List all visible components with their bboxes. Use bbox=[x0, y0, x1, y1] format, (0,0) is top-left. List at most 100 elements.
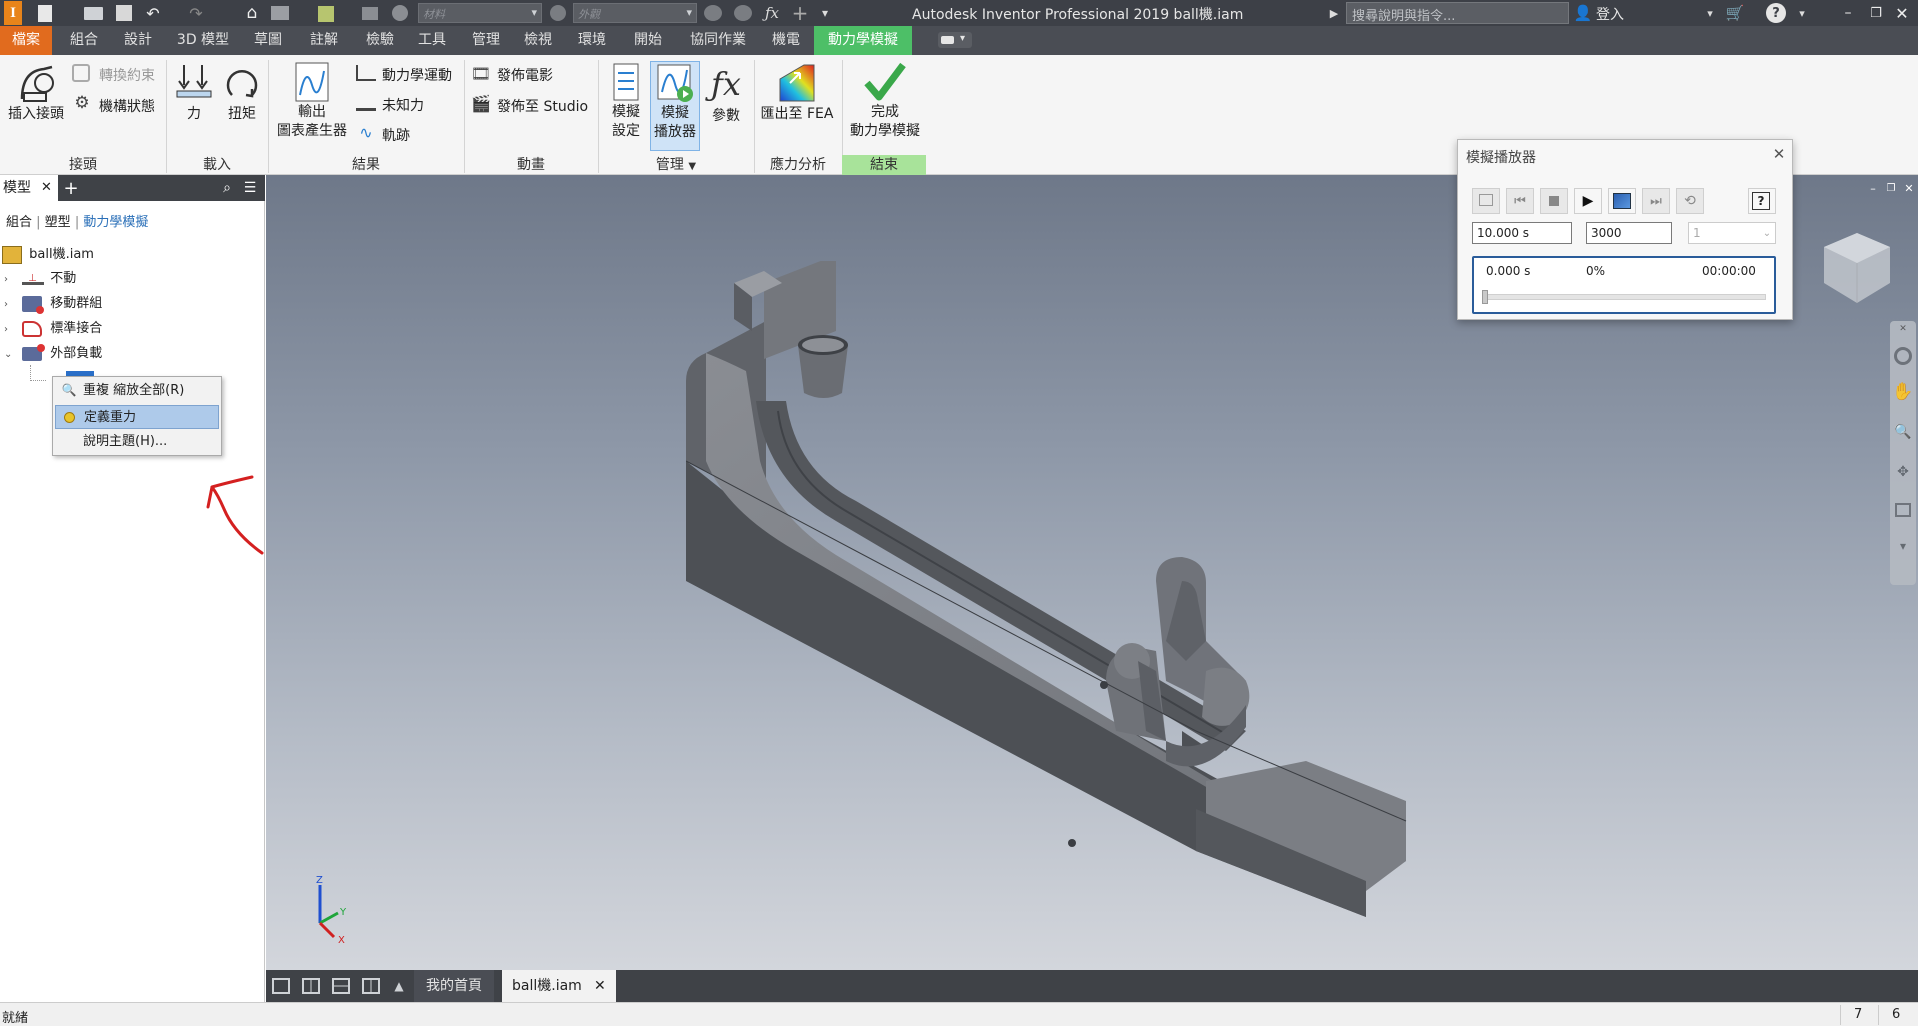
export-fea-button[interactable]: 匯出至 FEA bbox=[756, 61, 838, 135]
rewind-button[interactable]: ⏮ bbox=[1506, 188, 1534, 214]
progress-track[interactable] bbox=[1482, 294, 1766, 300]
close-tab-icon[interactable]: ✕ bbox=[41, 175, 52, 201]
viewport-close-icon[interactable]: ✕ bbox=[1902, 181, 1916, 195]
help-icon[interactable]: ? bbox=[1766, 3, 1786, 23]
open-icon[interactable] bbox=[84, 7, 103, 20]
browser-search-icon[interactable]: ⌕ bbox=[218, 178, 236, 198]
tree-node-grounded[interactable]: › ⊥ 不動 bbox=[4, 267, 76, 291]
expand-arrow-icon[interactable]: ▶ bbox=[1328, 4, 1340, 22]
progress-slider-thumb[interactable] bbox=[1482, 290, 1488, 304]
loop-button[interactable]: ⟲ bbox=[1676, 188, 1704, 214]
signin-dropdown-icon[interactable]: ▾ bbox=[1704, 4, 1716, 22]
trace-label[interactable]: 軌跡 bbox=[382, 125, 410, 145]
zoom-nav-icon[interactable]: 🔍 bbox=[1893, 421, 1913, 443]
customize-icon[interactable]: ▾ bbox=[818, 2, 832, 24]
filter-dynamic-simulation[interactable]: 動力學模擬 bbox=[83, 215, 148, 230]
simulation-player-button[interactable]: 模擬 播放器 bbox=[650, 61, 700, 151]
search-input[interactable]: 搜尋說明與指令... bbox=[1346, 2, 1569, 24]
tab-tools[interactable]: 工具 bbox=[408, 26, 456, 55]
screenshot-button[interactable] bbox=[1608, 188, 1636, 214]
convert-constraints-icon[interactable] bbox=[72, 64, 90, 82]
tab-electromechanical[interactable]: 機電 bbox=[762, 26, 810, 55]
orbit-icon[interactable]: ✥ bbox=[1893, 461, 1913, 483]
filter-modeling[interactable]: 塑型 bbox=[45, 215, 71, 230]
tab-sketch[interactable]: 草圖 bbox=[244, 26, 292, 55]
pan-icon[interactable]: ✋ bbox=[1892, 381, 1913, 403]
tile-vertical-icon[interactable] bbox=[362, 978, 380, 994]
save-icon[interactable] bbox=[116, 5, 132, 21]
tab-get-started[interactable]: 開始 bbox=[624, 26, 672, 55]
close-window-icon[interactable]: ✕ bbox=[1890, 2, 1914, 24]
publish-studio-icon[interactable]: 🎬 bbox=[470, 93, 492, 113]
tree-node-standard-joints[interactable]: › 標準接合 bbox=[4, 317, 102, 341]
tab-view[interactable]: 檢視 bbox=[514, 26, 562, 55]
tab-manage[interactable]: 管理 bbox=[462, 26, 510, 55]
mechanism-status-icon[interactable]: ⚙ bbox=[72, 93, 92, 113]
help-dropdown-icon[interactable]: ▾ bbox=[1796, 4, 1808, 22]
tree-node-mobile-groups[interactable]: › 移動群組 bbox=[4, 292, 102, 316]
trace-icon[interactable]: ∿ bbox=[356, 123, 376, 142]
tile-windows-icon[interactable] bbox=[302, 978, 320, 994]
ball-machine-model[interactable] bbox=[686, 261, 1486, 917]
home-icon[interactable]: ⌂ bbox=[242, 2, 262, 24]
final-time-input[interactable]: 10.000 s bbox=[1472, 222, 1572, 244]
fx-icon[interactable]: ƒx bbox=[762, 2, 782, 24]
finish-dynamic-simulation-button[interactable]: 完成 動力學模擬 bbox=[844, 61, 926, 151]
forward-end-button[interactable]: ⏭ bbox=[1642, 188, 1670, 214]
view-cube[interactable] bbox=[1822, 231, 1892, 305]
signin-link[interactable]: 登入 bbox=[1596, 4, 1624, 24]
panel-switch-icon[interactable]: ▾ bbox=[938, 32, 972, 48]
collapse-icon[interactable]: ⌄ bbox=[4, 343, 18, 367]
expand-icon[interactable]: › bbox=[4, 318, 18, 342]
redo-icon[interactable]: ↷ bbox=[186, 3, 206, 23]
construction-mode-button[interactable] bbox=[1472, 188, 1500, 214]
minimize-icon[interactable]: – bbox=[1836, 2, 1860, 24]
tab-dynamic-simulation[interactable]: 動力學模擬 bbox=[814, 26, 912, 55]
nav-options-icon[interactable]: ▾ bbox=[1893, 535, 1913, 557]
unknown-force-label[interactable]: 未知力 bbox=[382, 95, 424, 115]
tab-inspect[interactable]: 檢驗 bbox=[356, 26, 404, 55]
player-help-button[interactable]: ? bbox=[1748, 188, 1776, 214]
tab-environments[interactable]: 環境 bbox=[568, 26, 616, 55]
parameters-button[interactable]: ƒx 參數 bbox=[702, 61, 750, 135]
tile-horizontal-icon[interactable] bbox=[332, 978, 350, 994]
manage-dropdown-icon[interactable]: ▼ bbox=[688, 161, 696, 172]
cascade-windows-icon[interactable] bbox=[272, 978, 290, 994]
viewport-restore-icon[interactable]: ❐ bbox=[1884, 181, 1898, 195]
tab-assemble[interactable]: 組合 bbox=[60, 26, 108, 55]
filter-dropdown-icon[interactable]: ⌄ bbox=[1760, 226, 1774, 240]
dynamic-motion-icon[interactable] bbox=[356, 65, 376, 81]
material-combo[interactable]: 材料 bbox=[418, 3, 542, 23]
clear-appearance-icon[interactable] bbox=[704, 5, 722, 21]
play-button[interactable]: ▶ bbox=[1574, 188, 1602, 214]
tab-design[interactable]: 設計 bbox=[114, 26, 162, 55]
insert-joint-button[interactable]: 插入接頭 bbox=[4, 61, 68, 131]
tab-collaborate[interactable]: 協同作業 bbox=[682, 26, 754, 55]
tree-node-external-loads[interactable]: ⌄ 外部負載 bbox=[4, 342, 102, 366]
tab-my-home[interactable]: 我的首頁 bbox=[414, 970, 494, 1002]
color-wheel-icon[interactable] bbox=[392, 5, 408, 21]
tab-document[interactable]: ball機.iam ✕ bbox=[502, 970, 616, 1002]
images-input[interactable]: 3000 bbox=[1586, 222, 1672, 244]
cart-icon[interactable]: 🛒 bbox=[1724, 3, 1746, 23]
mechanism-status-label[interactable]: 機構狀態 bbox=[99, 96, 155, 116]
adjust-icon[interactable] bbox=[734, 5, 752, 21]
filter-assembly[interactable]: 組合 bbox=[6, 215, 32, 230]
tab-annotate[interactable]: 註解 bbox=[300, 26, 348, 55]
tab-file[interactable]: 檔案 bbox=[0, 26, 52, 55]
torque-button[interactable]: 扭矩 bbox=[220, 61, 264, 135]
viewport-minimize-icon[interactable]: – bbox=[1866, 181, 1880, 195]
steering-wheel-icon[interactable] bbox=[1894, 347, 1912, 365]
menu-item-help-topics[interactable]: 說明主題(H)... bbox=[55, 430, 219, 454]
new-icon[interactable] bbox=[38, 5, 52, 22]
tree-root[interactable]: ball機.iam bbox=[2, 243, 94, 267]
publish-movie-icon[interactable]: 🎞 bbox=[470, 63, 492, 83]
group-manage-label[interactable]: 管理 ▼ bbox=[598, 155, 754, 175]
expand-icon[interactable]: › bbox=[4, 268, 18, 292]
browser-tab-model[interactable]: 模型 ✕ bbox=[0, 175, 58, 201]
publish-studio-label[interactable]: 發佈至 Studio bbox=[497, 96, 588, 116]
plus-icon[interactable]: + bbox=[790, 1, 810, 25]
menu-item-repeat-zoom-all[interactable]: 🔍 重複 縮放全部(R) bbox=[55, 379, 219, 403]
stop-button[interactable] bbox=[1540, 188, 1568, 214]
update-icon[interactable] bbox=[318, 6, 334, 22]
